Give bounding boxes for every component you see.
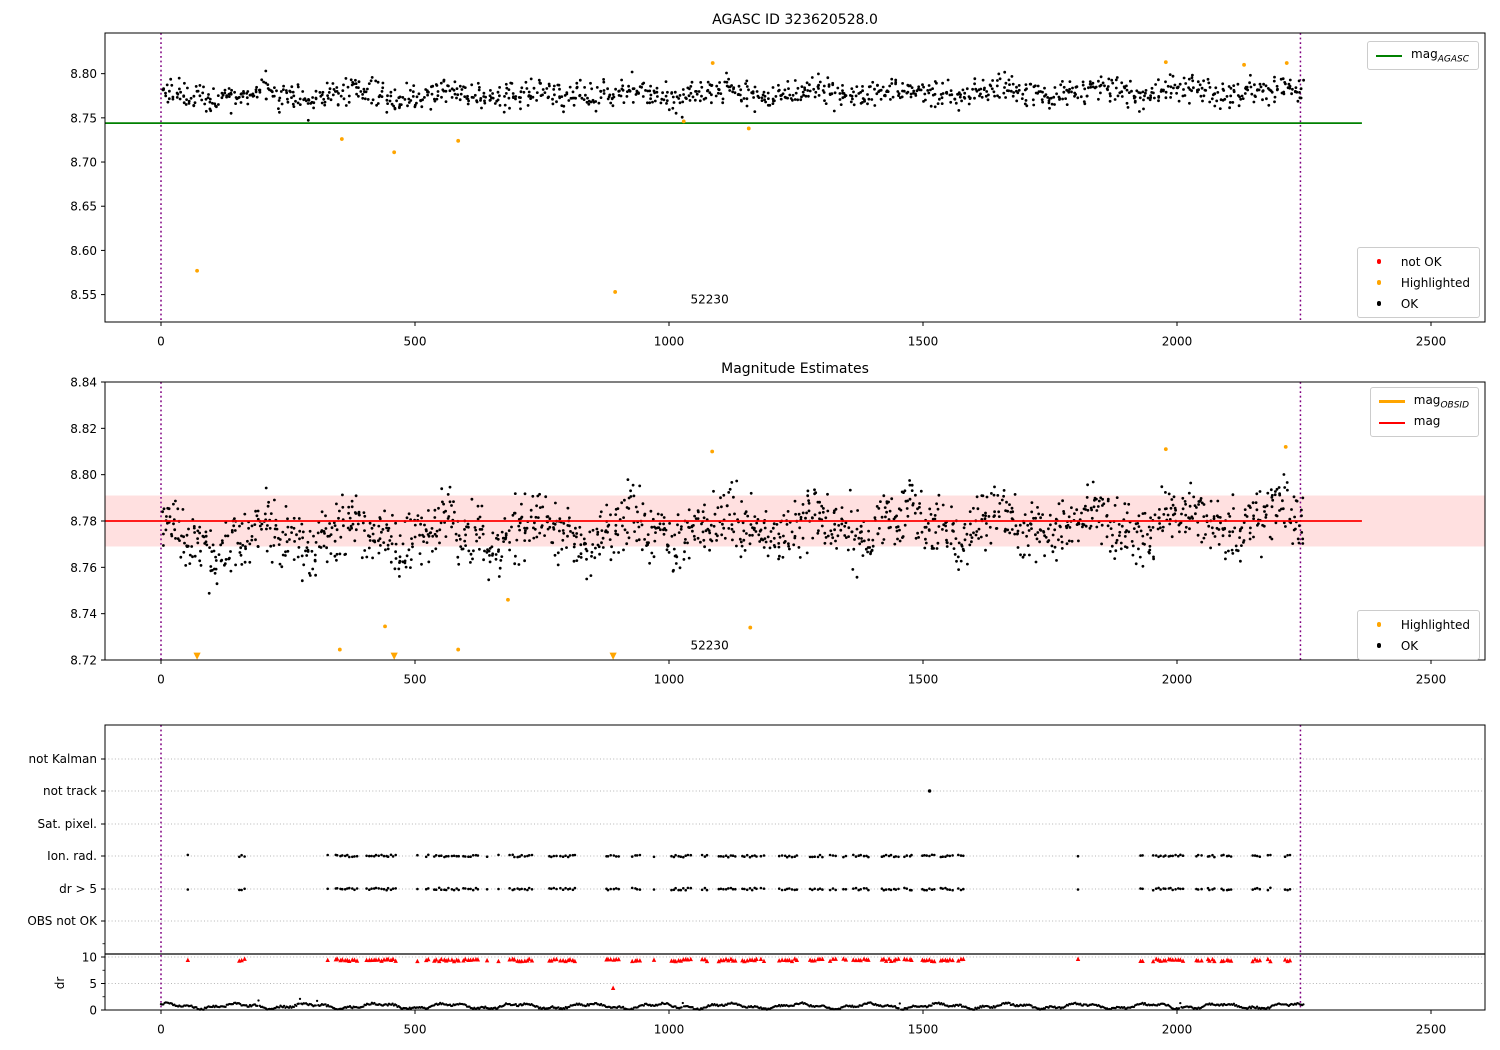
agasc-plot-title: AGASC ID 323620528.0	[712, 12, 878, 28]
legend-mag-lines: magOBSID mag	[1369, 387, 1479, 437]
svg-text:8.74: 8.74	[70, 607, 97, 621]
legend-item-mag-agasc: magAGASC	[1376, 45, 1469, 66]
magnitude-estimates-title: Magnitude Estimates	[721, 361, 869, 377]
svg-text:52230: 52230	[691, 638, 729, 652]
svg-text:500: 500	[404, 673, 427, 687]
flag-points	[186, 789, 1292, 892]
flag-row-label-sat-pixel: Sat. pixel.	[37, 817, 97, 831]
magnitude-estimates-plot-area: 52230 8.72 8.74 8.76 8.78 8.80 8.82 8.84 0 500 100…	[70, 376, 1486, 687]
flag-row-label-not-kalman: not Kalman	[28, 752, 97, 766]
green-line-sample	[1376, 49, 1403, 63]
legend-item-ok: OK	[1366, 635, 1470, 656]
svg-text:8.60: 8.60	[70, 244, 97, 258]
svg-text:1500: 1500	[908, 1023, 939, 1037]
legend-item-highlighted: Highlighted	[1366, 272, 1470, 293]
svg-text:500: 500	[404, 1023, 427, 1037]
svg-text:8.72: 8.72	[70, 654, 97, 668]
legend-label: mag	[1413, 413, 1441, 428]
svg-text:8.70: 8.70	[70, 156, 97, 170]
legend-item-highlighted: Highlighted	[1366, 614, 1470, 635]
orange-dot-icon	[1366, 276, 1392, 290]
svg-text:0: 0	[89, 1004, 97, 1018]
black-dot-icon	[1366, 639, 1392, 653]
svg-text:0: 0	[157, 335, 165, 349]
svg-text:2500: 2500	[1416, 673, 1447, 687]
legend-label: Highlighted	[1400, 617, 1470, 632]
svg-text:10: 10	[82, 951, 97, 965]
svg-text:2500: 2500	[1416, 335, 1447, 349]
legend-label: not OK	[1400, 254, 1442, 269]
plots-canvas: 522308.558.608.658.708.758.800 500 1000 150…	[70, 32, 1486, 1037]
legend-point-status-top: not OK Highlighted OK	[1356, 247, 1480, 318]
svg-text:1000: 1000	[654, 1023, 685, 1037]
svg-text:8.75: 8.75	[70, 111, 97, 125]
legend-label: magOBSID	[1413, 392, 1469, 411]
svg-text:1000: 1000	[654, 335, 685, 349]
orange-dot-icon	[1366, 618, 1392, 632]
svg-text:8.65: 8.65	[70, 200, 97, 214]
legend-point-status-middle: Highlighted OK	[1356, 610, 1480, 660]
svg-text:8.55: 8.55	[70, 288, 97, 302]
orange-line-sample	[1378, 395, 1405, 409]
black-dot-icon	[1366, 297, 1392, 311]
ok-points	[161, 69, 1305, 122]
svg-text:8.76: 8.76	[70, 561, 97, 575]
svg-text:2000: 2000	[1162, 673, 1193, 687]
not-track-point	[927, 789, 932, 793]
legend-item-not-ok: not OK	[1366, 251, 1470, 272]
flag-row-label-dr-gt-5: dr > 5	[59, 882, 97, 896]
legend-item-mag-obsid: magOBSID	[1378, 391, 1469, 412]
svg-text:2500: 2500	[1416, 1023, 1447, 1037]
svg-text:0: 0	[157, 673, 165, 687]
svg-text:5: 5	[89, 977, 97, 991]
legend-label: magAGASC	[1411, 46, 1469, 65]
svg-text:2000: 2000	[1162, 1023, 1193, 1037]
flag-row-label-ion-rad: Ion. rad.	[47, 849, 97, 863]
legend-mag-agasc: magAGASC	[1367, 41, 1479, 70]
svg-text:52230: 52230	[691, 293, 729, 307]
legend-label: Highlighted	[1400, 275, 1470, 290]
svg-text:8.80: 8.80	[70, 468, 97, 482]
svg-text:8.82: 8.82	[70, 422, 97, 436]
not-ok-dr-points	[185, 956, 1293, 990]
legend-item-mag: mag	[1378, 412, 1469, 433]
highlighted-points	[193, 444, 1288, 660]
svg-text:1500: 1500	[908, 335, 939, 349]
quality-flags-plot-area: 10500 500 1000 1500 2000 2500	[82, 724, 1486, 1037]
svg-text:1500: 1500	[908, 673, 939, 687]
red-dot-icon	[1366, 255, 1392, 269]
svg-text:1000: 1000	[654, 673, 685, 687]
svg-text:8.84: 8.84	[70, 376, 97, 390]
red-line-sample	[1378, 416, 1405, 430]
svg-text:2000: 2000	[1162, 335, 1193, 349]
svg-text:0: 0	[157, 1023, 165, 1037]
legend-item-ok: OK	[1366, 293, 1470, 314]
agasc-plot-area: 52230 8.55 8.60 8.65 8.70 8.75 8.80 0 500 1000 150…	[70, 32, 1486, 349]
flag-row-label-not-track: not track	[42, 784, 97, 798]
dr-axis-label: dr	[53, 976, 67, 990]
svg-text:8.80: 8.80	[70, 67, 97, 81]
legend-label: OK	[1400, 638, 1419, 653]
svg-text:500: 500	[404, 335, 427, 349]
legend-label: OK	[1400, 296, 1419, 311]
magnitude-diagnostics-figure: 52230 8.55 8.60 8.65 8.70 8.75 8.80 0 500 1000 150…	[0, 0, 1500, 1050]
svg-text:8.78: 8.78	[70, 515, 97, 529]
dr-trace-points	[159, 997, 1305, 1011]
flag-row-label-obs-not-ok: OBS not OK	[27, 914, 97, 928]
